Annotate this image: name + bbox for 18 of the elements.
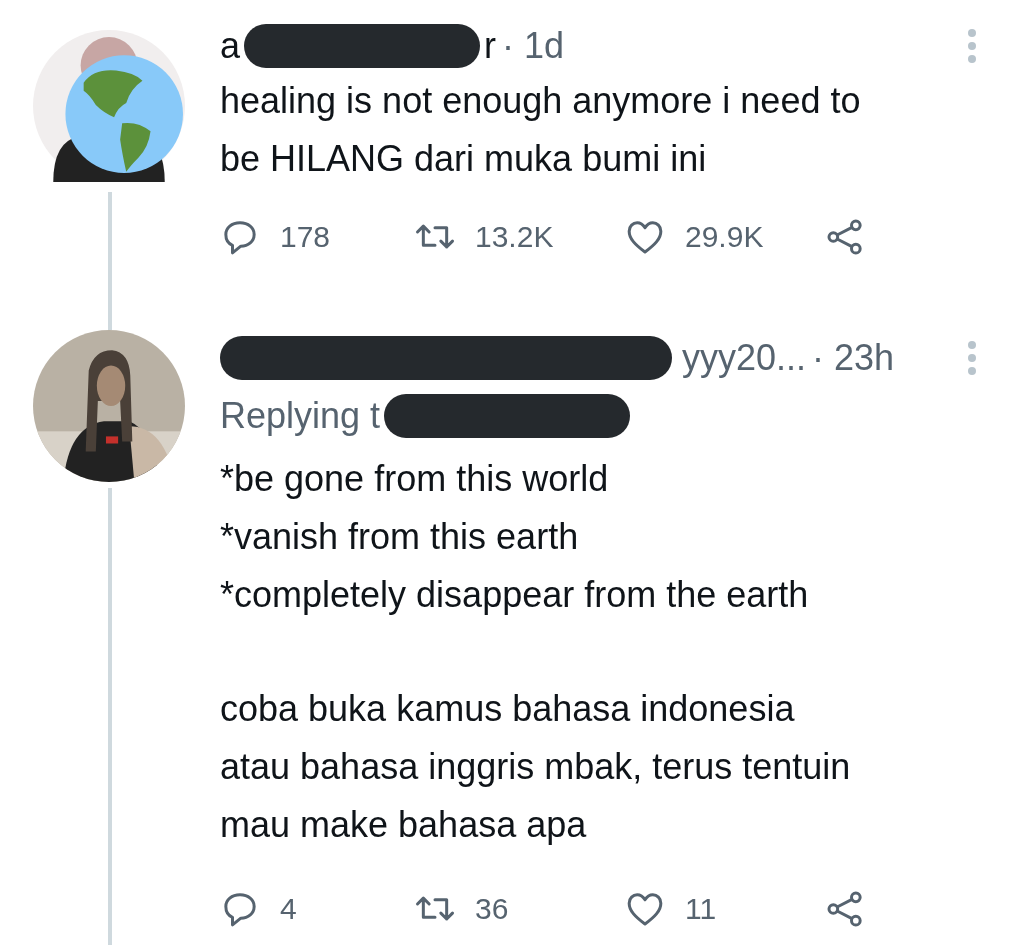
share-icon[interactable] <box>825 217 865 257</box>
user-name[interactable]: a <box>220 25 241 67</box>
tweet-meta: yyy20... <box>682 337 807 379</box>
retweet-count: 13.2K <box>475 220 554 254</box>
share-icon[interactable] <box>825 889 865 929</box>
reply-count: 178 <box>280 220 331 254</box>
user-name[interactable]: r <box>484 25 497 67</box>
tweet-text: healing is not enough anymore i need to be HILANG dari muka bumi ini <box>220 79 862 181</box>
reply-count: 4 <box>280 892 297 926</box>
retweet-count: 36 <box>475 892 509 926</box>
replying-label: Replying t <box>220 395 381 437</box>
tweet-meta: · 23h <box>812 337 895 379</box>
like-count: 11 <box>685 892 717 926</box>
globe-avatar[interactable] <box>33 30 185 182</box>
tweet-text: *be gone from this world *vanish from this earth *completely disappear from the earth <box>220 457 810 617</box>
like-count: 29.9K <box>685 220 764 254</box>
tweet-text: coba buka kamus bahasa indonesia atau bahasa inggris mbak, terus tentuin mau make bahasa apa <box>220 687 852 847</box>
tweet-meta: · 1d <box>502 25 565 67</box>
